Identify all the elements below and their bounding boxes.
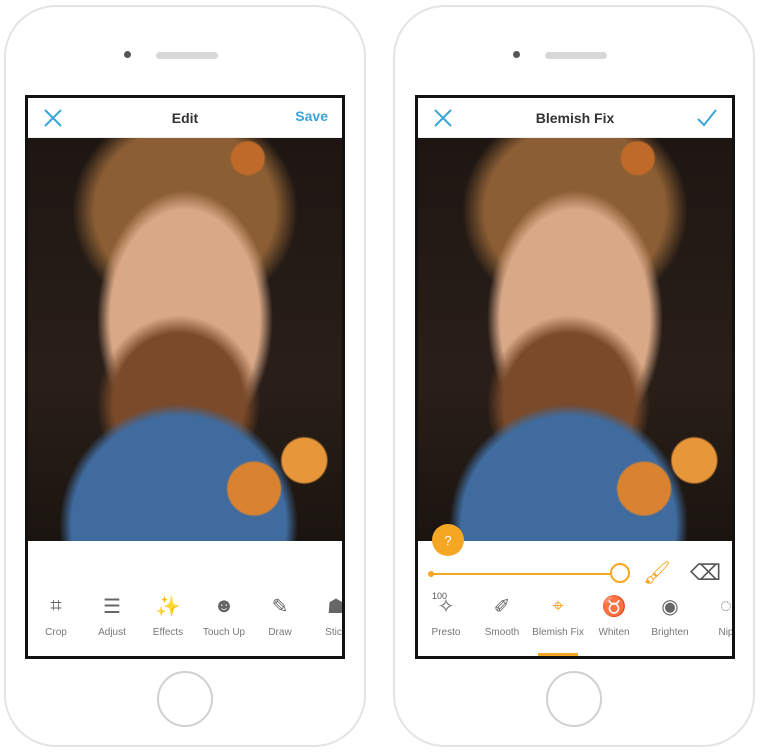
- pencil-icon: ✎: [271, 595, 289, 618]
- close-icon[interactable]: [432, 107, 454, 129]
- close-icon[interactable]: [42, 107, 64, 129]
- photo: [28, 138, 342, 541]
- eye-icon: ◉: [661, 595, 679, 618]
- selected-indicator: [538, 653, 578, 656]
- camera: [124, 51, 131, 58]
- home-button[interactable]: [546, 671, 602, 727]
- slider-min-dot: [428, 571, 434, 577]
- sliders-icon: ☰: [103, 595, 121, 618]
- sparkle-face-icon: ✧: [437, 595, 455, 618]
- tool-presto[interactable]: ✧ Presto: [418, 592, 474, 656]
- home-button[interactable]: [157, 671, 213, 727]
- tool-bar: ✧ Presto ✐ Smooth ⌖ Blemish Fix ♉ Whiten ◉ Br…: [418, 592, 732, 656]
- page-title: Blemish Fix: [535, 109, 615, 126]
- tool-nip[interactable]: ◌ Nip: [698, 592, 732, 656]
- tool-smooth[interactable]: ✐ Smooth: [474, 592, 530, 656]
- ghost-icon: ☗: [327, 595, 345, 618]
- tooth-icon: ♉: [601, 595, 627, 618]
- magic-wand-icon: ✨: [155, 595, 181, 618]
- tool-touch-up[interactable]: ☻ Touch Up: [196, 592, 252, 656]
- header: Edit Save: [28, 98, 342, 138]
- tool-effects[interactable]: ✨ Effects: [140, 592, 196, 656]
- check-icon[interactable]: [696, 107, 718, 129]
- photo: [418, 138, 732, 541]
- tool-blemish-fix[interactable]: ⌖ Blemish Fix: [530, 592, 586, 656]
- page-title: Edit: [171, 109, 199, 126]
- eraser-icon[interactable]: ⌫: [690, 560, 721, 586]
- nip-icon: ◌: [720, 594, 732, 617]
- tool-adjust[interactable]: ☰ Adjust: [84, 592, 140, 656]
- brush-icon[interactable]: 🖌: [643, 560, 671, 586]
- face-icon: ☻: [213, 594, 235, 617]
- help-button[interactable]: ?: [432, 524, 464, 556]
- tool-brighten[interactable]: ◉ Brighten: [642, 592, 698, 656]
- speaker: [545, 52, 607, 59]
- slider-handle[interactable]: [610, 563, 630, 583]
- brush-icon: ✐: [493, 595, 511, 618]
- crop-icon: ⌗: [50, 594, 62, 617]
- tool-crop[interactable]: ⌗ Crop: [28, 592, 84, 656]
- phone-left: Edit Save ⌗ Crop ☰ Adjust ✨ Effects ☻ Touch …: [4, 5, 366, 747]
- speaker: [156, 52, 218, 59]
- phone-right: Blemish Fix ? 100 🖌 ⌫ ✧ Presto ✐ Smooth ⌖ B…: [393, 5, 755, 747]
- tool-whiten[interactable]: ♉ Whiten: [586, 592, 642, 656]
- tool-bar: ⌗ Crop ☰ Adjust ✨ Effects ☻ Touch Up ✎ Draw ☗…: [28, 592, 342, 656]
- edit-screen: Edit Save ⌗ Crop ☰ Adjust ✨ Effects ☻ Touch …: [25, 95, 345, 659]
- tool-draw[interactable]: ✎ Draw: [252, 592, 308, 656]
- camera: [513, 51, 520, 58]
- tool-sticker[interactable]: ☗ Stick: [308, 592, 345, 656]
- header: Blemish Fix: [418, 98, 732, 138]
- blemish-screen: Blemish Fix ? 100 🖌 ⌫ ✧ Presto ✐ Smooth ⌖ B…: [415, 95, 735, 659]
- crosshair-icon: ⌖: [552, 594, 564, 617]
- size-slider[interactable]: [428, 563, 630, 583]
- save-button[interactable]: Save: [295, 108, 328, 124]
